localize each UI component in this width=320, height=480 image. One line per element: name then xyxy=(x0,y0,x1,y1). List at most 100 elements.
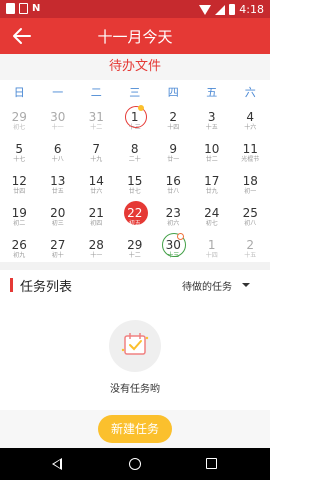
nav-recents-icon[interactable] xyxy=(206,458,217,469)
day-number: 1 xyxy=(207,238,216,252)
lunar-date: 初八 xyxy=(244,220,257,227)
lunar-date: 初二 xyxy=(13,220,26,227)
day-number: 22 xyxy=(127,206,143,220)
day-number: 2 xyxy=(169,110,178,124)
weekday-label: 二 xyxy=(90,86,102,99)
lunar-date: 廿一 xyxy=(167,156,180,163)
notification-icon xyxy=(6,3,15,14)
task-filter-dropdown[interactable]: 待做的任务 xyxy=(182,278,232,293)
day-number: 3 xyxy=(207,110,216,124)
day-number: 28 xyxy=(88,238,104,252)
lunar-date: 十四 xyxy=(167,124,180,131)
day-number: 9 xyxy=(169,142,178,156)
day-number: 15 xyxy=(127,174,143,188)
day-number: 12 xyxy=(11,174,27,188)
lunar-date: 初六 xyxy=(167,220,180,227)
weekday-label: 日 xyxy=(13,86,25,99)
day-number: 18 xyxy=(242,174,258,188)
reminder-dot-icon xyxy=(176,233,184,240)
day-number: 2 xyxy=(246,238,255,252)
lunar-date: 初七 xyxy=(205,220,218,227)
day-number: 25 xyxy=(242,206,258,220)
task-accent-bar xyxy=(10,278,13,292)
day-number: 24 xyxy=(204,206,220,220)
day-number: 13 xyxy=(50,174,66,188)
day-number: 7 xyxy=(92,142,101,156)
lunar-date: 十一 xyxy=(90,252,103,259)
lunar-date: 廿九 xyxy=(205,188,218,195)
calendar-check-icon xyxy=(121,333,149,355)
lunar-date: 初四 xyxy=(90,220,103,227)
lunar-date: 十二 xyxy=(128,252,141,259)
day-number: 27 xyxy=(50,238,66,252)
status-bar: N 4:18 xyxy=(0,0,270,18)
day-number: 21 xyxy=(88,206,104,220)
lunar-date: 十四 xyxy=(205,252,218,259)
day-number: 16 xyxy=(165,174,181,188)
day-number: 23 xyxy=(165,206,181,220)
nav-back-icon[interactable] xyxy=(52,458,62,470)
lunar-date: 廿二 xyxy=(205,156,218,163)
lunar-date: 十五 xyxy=(244,252,257,259)
day-number: 6 xyxy=(53,142,62,156)
day-number: 8 xyxy=(130,142,139,156)
status-time: 4:18 xyxy=(239,3,264,16)
n-icon: N xyxy=(32,3,41,14)
day-number: 14 xyxy=(88,174,104,188)
lunar-date: 初七 xyxy=(13,124,26,131)
weekday-label: 一 xyxy=(52,86,64,99)
lunar-date: 十六 xyxy=(244,124,257,131)
sim-icon xyxy=(19,3,28,14)
lunar-date: 十九 xyxy=(90,156,103,163)
weekday-label: 四 xyxy=(167,86,179,99)
day-number: 11 xyxy=(242,142,258,156)
screen: N 4:18 十一月今天 待办文件 日 一 二 三 四 五 六 29 初七 30 十一… xyxy=(0,0,270,480)
empty-state-icon xyxy=(109,320,161,372)
lunar-date: 廿七 xyxy=(128,188,141,195)
lunar-date: 廿八 xyxy=(167,188,180,195)
day-number: 10 xyxy=(204,142,220,156)
task-list-title: 任务列表 xyxy=(20,280,73,295)
day-number: 30 xyxy=(50,110,66,124)
lunar-date: 初三 xyxy=(51,220,64,227)
weekday-label: 三 xyxy=(129,86,141,99)
lunar-date: 廿五 xyxy=(51,188,64,195)
nav-home-icon[interactable] xyxy=(129,458,141,470)
day-number: 29 xyxy=(11,110,27,124)
lunar-date: 光棍节 xyxy=(241,156,260,163)
pending-files-label: 待办文件 xyxy=(0,54,270,80)
lunar-date: 二十 xyxy=(128,156,141,163)
day-number: 29 xyxy=(127,238,143,252)
empty-state-text: 没有任务哟 xyxy=(110,384,160,395)
task-dot-icon xyxy=(138,105,144,111)
signal-icon xyxy=(215,4,226,15)
weekday-header: 日 一 二 三 四 五 六 xyxy=(0,84,270,102)
page-title: 十一月今天 xyxy=(97,28,173,46)
day-number: 19 xyxy=(11,206,27,220)
day-number: 5 xyxy=(15,142,24,156)
lunar-date: 廿四 xyxy=(13,188,26,195)
task-list-header: 任务列表 待做的任务 xyxy=(0,272,270,298)
lunar-date: 初十 xyxy=(51,252,64,259)
chevron-down-icon[interactable] xyxy=(242,283,250,287)
day-number: 4 xyxy=(246,110,255,124)
lunar-date: 初五 xyxy=(128,220,141,227)
day-number: 26 xyxy=(11,238,27,252)
day-number: 31 xyxy=(88,110,104,124)
day-number: 17 xyxy=(204,174,220,188)
lunar-date: 初九 xyxy=(13,252,26,259)
wifi-icon xyxy=(199,4,212,15)
lunar-date: 十二 xyxy=(90,124,103,131)
weekday-label: 五 xyxy=(206,86,218,99)
lunar-date: 初一 xyxy=(244,188,257,195)
system-nav-bar xyxy=(0,448,270,480)
weekday-label: 六 xyxy=(244,86,256,99)
lunar-date: 十八 xyxy=(51,156,64,163)
new-task-button[interactable]: 新建任务 xyxy=(98,415,172,443)
app-bar: 十一月今天 xyxy=(0,18,270,54)
lunar-date: 十五 xyxy=(205,124,218,131)
lunar-date: 十七 xyxy=(13,156,26,163)
battery-icon xyxy=(229,4,236,15)
lunar-date: 十一 xyxy=(51,124,64,131)
lunar-date: 廿六 xyxy=(90,188,103,195)
